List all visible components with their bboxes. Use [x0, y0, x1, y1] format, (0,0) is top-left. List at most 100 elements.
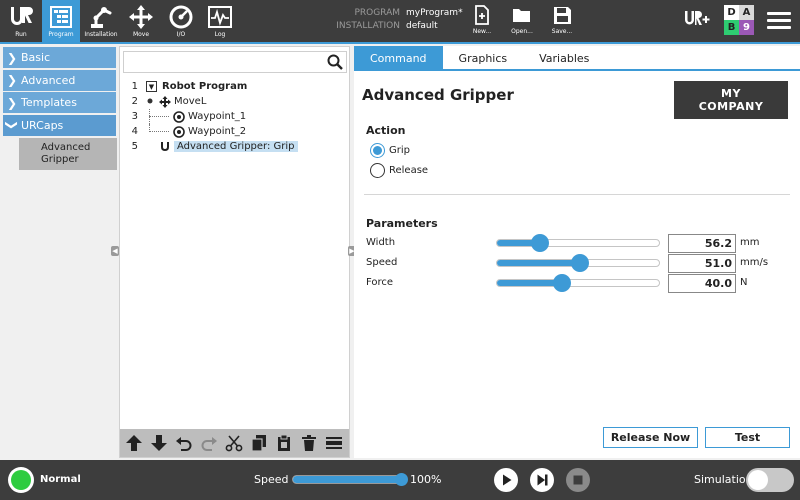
grip-radio-option[interactable]: Grip: [370, 141, 410, 159]
open-folder-icon: [513, 9, 530, 22]
delete-button[interactable]: [298, 431, 319, 455]
width-value-field[interactable]: 56.2: [668, 234, 736, 253]
chevron-right-icon: ❯: [6, 50, 18, 65]
collapse-left-icon[interactable]: ◀: [111, 246, 119, 256]
tree-search-input[interactable]: [123, 51, 347, 73]
open-file-button[interactable]: Open...: [504, 4, 540, 40]
line-number: 5: [131, 141, 138, 152]
tree-line[interactable]: 2 MoveL: [120, 94, 350, 109]
speed-value-field[interactable]: 51.0: [668, 254, 736, 273]
menu-templates[interactable]: ❯ Templates: [3, 92, 116, 113]
chevron-right-icon: ❯: [6, 73, 18, 87]
log-chart-icon: [208, 6, 232, 28]
dab-9: 9: [739, 20, 754, 35]
toggle-knob: [748, 470, 768, 490]
speed-slider-fill: [497, 260, 580, 266]
hamburger-menu-icon[interactable]: [767, 12, 791, 30]
menu-basic-label: Basic: [21, 51, 51, 64]
nav-program-button[interactable]: Program: [42, 0, 80, 42]
new-file-button[interactable]: New...: [464, 4, 500, 40]
force-value-field[interactable]: 40.0: [668, 274, 736, 293]
simulation-toggle[interactable]: [746, 468, 794, 492]
tree-line-text: Robot Program: [162, 81, 248, 92]
tab-command[interactable]: Command: [354, 46, 443, 71]
play-button[interactable]: [494, 468, 518, 492]
stop-button[interactable]: [566, 468, 590, 492]
menu-urcaps[interactable]: ❯ URCaps: [3, 114, 116, 136]
force-slider[interactable]: [496, 279, 660, 287]
nav-run-button[interactable]: Run: [2, 0, 40, 42]
speed-slider-thumb[interactable]: [395, 473, 408, 486]
submenu-advanced-gripper[interactable]: Advanced Gripper: [19, 137, 117, 170]
width-slider[interactable]: [496, 239, 660, 247]
chevron-down-icon: ❯: [5, 119, 19, 131]
paste-button[interactable]: [273, 431, 294, 455]
step-icon: [530, 468, 554, 492]
tree-line[interactable]: 3 Waypoint_1: [120, 109, 350, 124]
menu-advanced[interactable]: ❯ Advanced: [3, 69, 116, 91]
search-icon[interactable]: [324, 52, 346, 72]
speed-param-row: Speed 51.0 mm/s: [366, 254, 796, 273]
program-name: myProgram*: [406, 8, 463, 18]
new-file-label: New...: [472, 28, 492, 35]
gripper-icon: [158, 141, 172, 153]
width-slider-thumb[interactable]: [531, 234, 550, 252]
save-file-button[interactable]: Save...: [544, 4, 580, 40]
step-button[interactable]: [530, 468, 554, 492]
cut-button[interactable]: [223, 431, 244, 455]
dab-b: B: [724, 20, 739, 35]
io-gauge-icon: [169, 5, 193, 29]
trash-icon: [301, 435, 316, 451]
move-down-button[interactable]: [148, 431, 169, 455]
urplus-icon[interactable]: [684, 9, 714, 29]
tab-graphics[interactable]: Graphics: [443, 46, 524, 71]
installation-key: INSTALLATION: [336, 21, 400, 31]
force-param-row: Force 40.0 N: [366, 274, 796, 293]
move-up-button[interactable]: [123, 431, 144, 455]
nav-io-button[interactable]: I/O: [162, 0, 200, 42]
force-slider-thumb[interactable]: [552, 274, 571, 292]
release-radio[interactable]: [370, 162, 385, 178]
nav-move-button[interactable]: Move: [122, 0, 160, 42]
force-label: Force: [366, 277, 394, 288]
copy-button[interactable]: [248, 431, 269, 455]
grip-radio[interactable]: [370, 142, 385, 158]
undo-button[interactable]: [173, 431, 194, 455]
force-unit: N: [740, 277, 748, 288]
speed-slider-thumb[interactable]: [570, 254, 589, 272]
test-button[interactable]: Test: [705, 427, 790, 448]
simulation-label: Simulation: [694, 473, 753, 486]
tab-bar: Command Graphics Variables: [354, 46, 800, 71]
release-now-button[interactable]: Release Now: [603, 427, 698, 448]
robot-arm-icon: [91, 7, 112, 28]
waypoint-icon: [172, 125, 186, 138]
company-logo: MY COMPANY: [674, 81, 788, 119]
tab-variables[interactable]: Variables: [523, 46, 605, 71]
grip-label: Grip: [389, 144, 410, 156]
redo-button[interactable]: [198, 431, 219, 455]
nav-program-label: Program: [48, 31, 74, 38]
tree-line[interactable]: 4 Waypoint_2: [120, 124, 350, 139]
tree-line-text: Waypoint_2: [188, 126, 247, 137]
tree-line-text: Waypoint_1: [188, 111, 247, 122]
menu-basic[interactable]: ❯ Basic: [3, 47, 116, 68]
dab-status[interactable]: D A B 9: [724, 5, 754, 35]
speed-slider-fill: [293, 476, 402, 483]
power-button[interactable]: [8, 467, 34, 493]
program-info: PROGRAM myProgram* INSTALLATION default: [336, 7, 463, 33]
speed-slider[interactable]: [292, 473, 408, 486]
release-radio-option[interactable]: Release: [370, 161, 428, 179]
tree-toolbar: [120, 429, 349, 457]
collapse-toggle-icon[interactable]: ▼: [146, 81, 157, 92]
nav-log-button[interactable]: Log: [201, 0, 239, 42]
tree-connector: [146, 124, 172, 139]
move-arrows-icon: [158, 95, 172, 108]
program-tree: 1 ▼ Robot Program 2 MoveL 3 Waypoint_1 4…: [120, 79, 350, 154]
undo-icon: [175, 437, 191, 451]
tree-line[interactable]: 1 ▼ Robot Program: [120, 79, 350, 94]
tree-line-selected[interactable]: 5 Advanced Gripper: Grip: [120, 139, 350, 154]
speed-label: Speed: [366, 257, 398, 268]
suppress-button[interactable]: [323, 431, 344, 455]
nav-move-label: Move: [132, 31, 150, 38]
nav-installation-button[interactable]: Installation: [82, 0, 120, 42]
